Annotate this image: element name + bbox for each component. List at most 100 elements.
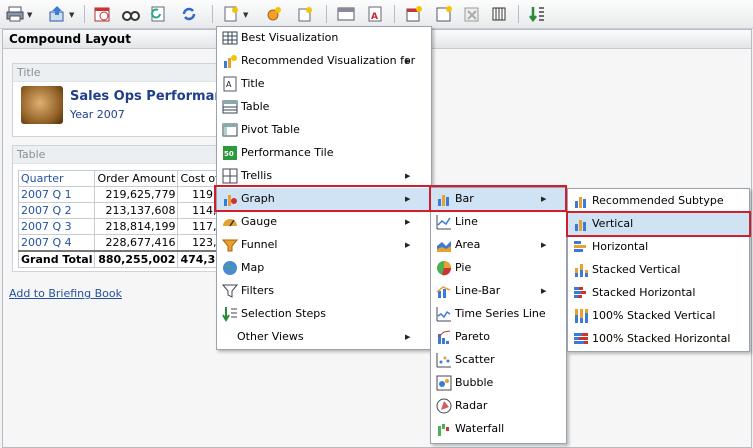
percent-stacked-vertical-icon xyxy=(573,308,589,324)
menu-item-recommended-subtype[interactable]: Recommended Subtype xyxy=(568,190,749,212)
menu-item-pivot-table[interactable]: Pivot Table xyxy=(217,119,431,141)
title-view: Title Sales Ops Performance I Year 2007 xyxy=(12,63,250,137)
add-to-briefing-book-link[interactable]: Add to Briefing Book xyxy=(9,287,122,300)
table-view-header: Table xyxy=(13,146,218,164)
export-icon[interactable] xyxy=(48,5,66,23)
schedule-icon[interactable] xyxy=(93,5,111,23)
selection-steps-icon xyxy=(222,306,238,322)
sort-icon[interactable] xyxy=(528,5,546,23)
menu-item-gauge[interactable]: Gauge ▶ xyxy=(217,211,431,233)
title-view-header: Title xyxy=(13,64,218,82)
funnel-icon xyxy=(222,237,238,253)
menu-item-radar[interactable]: Radar xyxy=(431,395,566,417)
sync-icon[interactable] xyxy=(180,5,198,23)
column-header[interactable]: Quarter xyxy=(17,170,96,187)
pareto-chart-icon xyxy=(436,329,452,345)
table-row: 2007 Q 4 228,677,416 123,09 xyxy=(17,234,234,252)
line-bar-chart-icon xyxy=(436,283,452,299)
table-cell: Grand Total xyxy=(17,250,96,268)
menu-item-funnel[interactable]: Funnel ▶ xyxy=(217,234,431,256)
menu-item-stacked-horizontal[interactable]: Stacked Horizontal xyxy=(568,282,749,304)
chevron-down-icon[interactable]: ▼ xyxy=(243,11,248,19)
percent-stacked-horizontal-icon xyxy=(573,331,589,347)
table-cell[interactable]: 2007 Q 4 xyxy=(17,234,96,252)
menu-item-recommended-visualization[interactable]: Recommended Visualization for ▶ xyxy=(217,50,431,72)
menu-item-100-stacked-vertical[interactable]: 100% Stacked Vertical xyxy=(568,305,749,327)
menu-item-pareto[interactable]: Pareto xyxy=(431,326,566,348)
pdf-icon[interactable]: A xyxy=(366,5,384,23)
menu-item-best-visualization[interactable]: Best Visualization xyxy=(217,27,431,49)
crosstab-icon[interactable] xyxy=(337,5,355,23)
menu-item-filters[interactable]: Filters xyxy=(217,280,431,302)
submenu-arrow-icon: ▶ xyxy=(541,287,547,295)
add-view-icon[interactable] xyxy=(405,5,423,23)
radar-chart-icon xyxy=(436,398,452,414)
menu-item-horizontal[interactable]: Horizontal xyxy=(568,236,749,258)
submenu-arrow-icon: ▶ xyxy=(541,241,547,249)
menu-item-other-views[interactable]: Other Views ▶ xyxy=(217,326,431,348)
report-subtitle: Year 2007 xyxy=(70,108,125,121)
edit-icon[interactable] xyxy=(265,5,283,23)
table-cell: 228,677,416 xyxy=(94,234,179,252)
chevron-down-icon[interactable]: ▼ xyxy=(27,11,32,19)
submenu-arrow-icon: ▶ xyxy=(405,57,411,65)
time-series-icon xyxy=(436,306,452,322)
svg-text:50: 50 xyxy=(224,150,234,158)
menu-item-title[interactable]: A Title xyxy=(217,73,431,95)
scatter-chart-icon xyxy=(436,352,452,368)
table-row: 2007 Q 3 218,814,199 117,47 xyxy=(17,218,234,235)
menu-item-selection-steps[interactable]: Selection Steps xyxy=(217,303,431,325)
title-icon: A xyxy=(222,76,238,92)
menu-item-scatter[interactable]: Scatter xyxy=(431,349,566,371)
chevron-down-icon[interactable]: ▼ xyxy=(69,11,74,19)
svg-text:A: A xyxy=(371,12,378,22)
submenu-arrow-icon: ▶ xyxy=(405,333,411,341)
map-icon xyxy=(222,260,238,276)
refresh-icon[interactable] xyxy=(150,5,168,23)
menu-item-bubble[interactable]: Bubble xyxy=(431,372,566,394)
menu-item-waterfall[interactable]: Waterfall xyxy=(431,418,566,440)
find-icon[interactable] xyxy=(122,5,140,23)
print-icon[interactable] xyxy=(6,5,24,23)
menu-item-time-series-line[interactable]: Time Series Line xyxy=(431,303,566,325)
table-grid-icon xyxy=(222,30,238,46)
table-row: 2007 Q 1 219,625,779 119,37 xyxy=(17,186,234,203)
table-cell[interactable]: 2007 Q 2 xyxy=(17,202,96,219)
new-view-icon[interactable] xyxy=(222,5,240,23)
menu-item-area[interactable]: Area ▶ xyxy=(431,234,566,256)
menu-item-100-stacked-horizontal[interactable]: 100% Stacked Horizontal xyxy=(568,328,749,350)
vertical-bar-icon xyxy=(573,193,589,209)
menu-item-stacked-vertical[interactable]: Stacked Vertical xyxy=(568,259,749,281)
column-icon[interactable] xyxy=(490,5,508,23)
submenu-arrow-icon: ▶ xyxy=(405,241,411,249)
stacked-horizontal-icon xyxy=(573,285,589,301)
toolbar: ▼ ▼ ▼ A xyxy=(0,0,753,29)
remove-icon[interactable] xyxy=(463,5,481,23)
data-table: Quarter Order Amount Cost of S 2007 Q 1 … xyxy=(17,170,234,268)
recommended-icon xyxy=(222,53,238,69)
stacked-vertical-icon xyxy=(573,262,589,278)
table-cell: 218,814,199 xyxy=(94,218,179,235)
horizontal-bar-icon xyxy=(573,239,589,255)
pie-chart-icon xyxy=(436,260,452,276)
properties-icon[interactable] xyxy=(296,5,314,23)
line-chart-icon xyxy=(436,214,452,230)
table-cell[interactable]: 2007 Q 1 xyxy=(17,186,96,203)
column-header[interactable]: Order Amount xyxy=(94,170,179,187)
menu-item-line[interactable]: Line xyxy=(431,211,566,233)
table-cell[interactable]: 2007 Q 3 xyxy=(17,218,96,235)
table-row: 2007 Q 2 213,137,608 114,45 xyxy=(17,202,234,219)
waterfall-chart-icon xyxy=(436,421,452,437)
menu-item-performance-tile[interactable]: 50 Performance Tile xyxy=(217,142,431,164)
menu-item-table[interactable]: Table xyxy=(217,96,431,118)
graph-highlight-outline xyxy=(214,185,431,212)
format-icon[interactable] xyxy=(435,5,453,23)
menu-item-trellis[interactable]: Trellis ▶ xyxy=(217,165,431,187)
menu-item-line-bar[interactable]: Line-Bar ▶ xyxy=(431,280,566,302)
table-cell: 880,255,002 xyxy=(94,250,179,268)
menu-item-pie[interactable]: Pie xyxy=(431,257,566,279)
menu-item-map[interactable]: Map xyxy=(217,257,431,279)
gauge-icon xyxy=(222,214,238,230)
table-icon xyxy=(222,99,238,115)
pivot-table-icon xyxy=(222,122,238,138)
